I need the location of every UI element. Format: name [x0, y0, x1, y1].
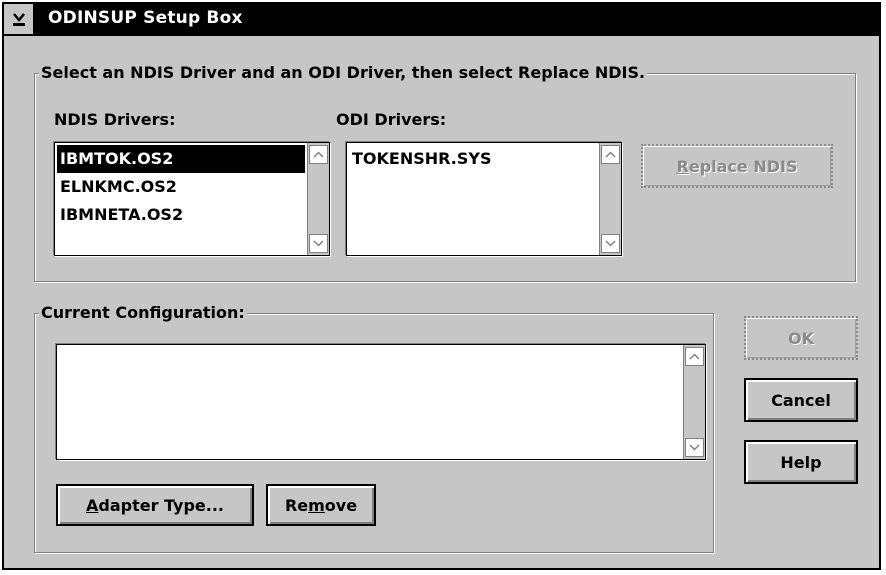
odi-drivers-list: TOKENSHR.SYS — [349, 145, 597, 253]
scroll-up-arrow-icon[interactable] — [309, 145, 328, 164]
adapter-type-label: Adapter Type... — [85, 495, 225, 515]
window-title: ODINSUP Setup Box — [48, 8, 243, 28]
list-item[interactable]: TOKENSHR.SYS — [349, 145, 597, 173]
driver-group-label: Select an NDIS Driver and an ODI Driver,… — [39, 63, 648, 82]
current-configuration-listbox[interactable] — [56, 344, 706, 460]
remove-button[interactable]: Remove — [266, 484, 376, 526]
remove-label: Remove — [284, 495, 358, 515]
scroll-up-arrow-icon[interactable] — [685, 347, 704, 366]
ndis-scrollbar[interactable] — [307, 143, 329, 255]
cancel-label: Cancel — [771, 390, 831, 410]
help-button[interactable]: Help — [744, 440, 858, 484]
ndis-drivers-label: NDIS Drivers: — [54, 110, 176, 129]
system-menu-icon[interactable] — [4, 4, 36, 34]
configuration-scrollbar[interactable] — [683, 345, 705, 459]
odinsup-setup-dialog: ODINSUP Setup Box Select an NDIS Driver … — [2, 2, 881, 570]
list-item[interactable]: IBMTOK.OS2 — [57, 145, 305, 173]
scroll-down-arrow-icon[interactable] — [685, 438, 704, 457]
replace-ndis-label: Replace NDIS — [676, 156, 798, 176]
replace-ndis-button[interactable]: Replace NDIS — [641, 144, 833, 188]
ok-label: OK — [788, 328, 814, 348]
list-item[interactable]: IBMNETA.OS2 — [57, 201, 305, 229]
list-item[interactable]: ELNKMC.OS2 — [57, 173, 305, 201]
odi-drivers-listbox[interactable]: TOKENSHR.SYS — [346, 142, 622, 256]
system-menu-glyph — [12, 13, 25, 26]
current-configuration-list — [59, 347, 681, 457]
ok-button[interactable]: OK — [744, 316, 858, 360]
ndis-drivers-list: IBMTOK.OS2 ELNKMC.OS2 IBMNETA.OS2 — [57, 145, 305, 253]
help-label: Help — [780, 452, 822, 472]
ndis-drivers-listbox[interactable]: IBMTOK.OS2 ELNKMC.OS2 IBMNETA.OS2 — [54, 142, 330, 256]
adapter-type-button[interactable]: Adapter Type... — [56, 484, 254, 526]
odi-drivers-label: ODI Drivers: — [336, 110, 447, 129]
title-bar[interactable]: ODINSUP Setup Box — [4, 4, 879, 36]
cancel-button[interactable]: Cancel — [744, 378, 858, 422]
odi-scrollbar[interactable] — [599, 143, 621, 255]
scroll-down-arrow-icon[interactable] — [601, 234, 620, 253]
scroll-up-arrow-icon[interactable] — [601, 145, 620, 164]
current-configuration-label: Current Configuration: — [39, 303, 247, 322]
scroll-down-arrow-icon[interactable] — [309, 234, 328, 253]
